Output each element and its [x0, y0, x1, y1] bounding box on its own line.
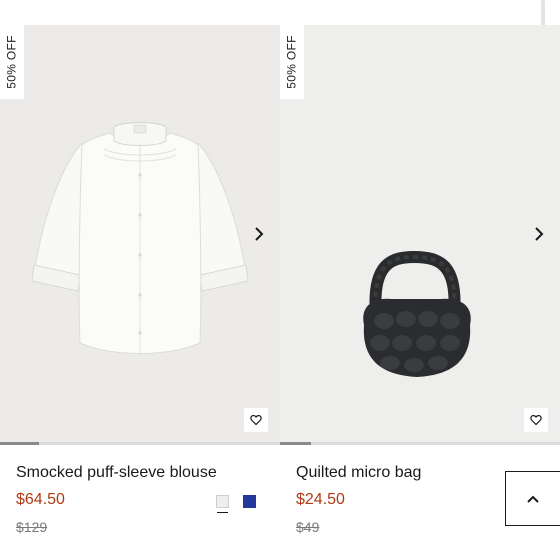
original-price: $129 [16, 519, 48, 535]
heart-icon [530, 414, 542, 426]
carousel-progress [280, 442, 560, 445]
carousel-progress-fill [0, 442, 40, 445]
carousel-progress [0, 442, 280, 445]
color-swatches [216, 495, 256, 513]
discount-badge-label: 50% OFF [285, 35, 300, 89]
bag-image [363, 250, 471, 377]
product-image-bag[interactable]: 50% OFF [280, 25, 560, 444]
next-image-button[interactable] [530, 223, 548, 245]
top-strip [0, 0, 560, 25]
product-name[interactable]: Quilted micro bag [296, 464, 421, 482]
sale-price: $64.50 [16, 491, 65, 508]
carousel-progress-fill [280, 442, 311, 445]
back-to-top-button[interactable] [505, 471, 560, 526]
product-image-blouse[interactable]: 50% OFF [0, 25, 280, 444]
chevron-up-icon [527, 495, 539, 503]
original-price: $49 [296, 519, 320, 535]
wishlist-button[interactable] [244, 408, 268, 432]
chevron-right-icon [255, 227, 264, 241]
discount-badge: 50% OFF [0, 25, 24, 99]
discount-badge-label: 50% OFF [5, 35, 20, 89]
sale-price: $24.50 [296, 491, 345, 508]
wishlist-button[interactable] [524, 408, 548, 432]
swatch-white[interactable] [216, 495, 229, 513]
chevron-right-icon [535, 227, 544, 241]
swatch-navy[interactable] [243, 495, 256, 508]
product-name[interactable]: Smocked puff-sleeve blouse [16, 464, 217, 482]
product-card-blouse[interactable]: 50% OFF Smocked puff-sleeve blouse $64.5… [0, 25, 280, 546]
blouse-image [31, 122, 249, 354]
next-image-button[interactable] [250, 223, 268, 245]
discount-badge: 50% OFF [280, 25, 304, 99]
product-card-bag[interactable]: 50% OFF Quilted micro bag $24.50 $49 [280, 25, 560, 546]
heart-icon [250, 414, 262, 426]
